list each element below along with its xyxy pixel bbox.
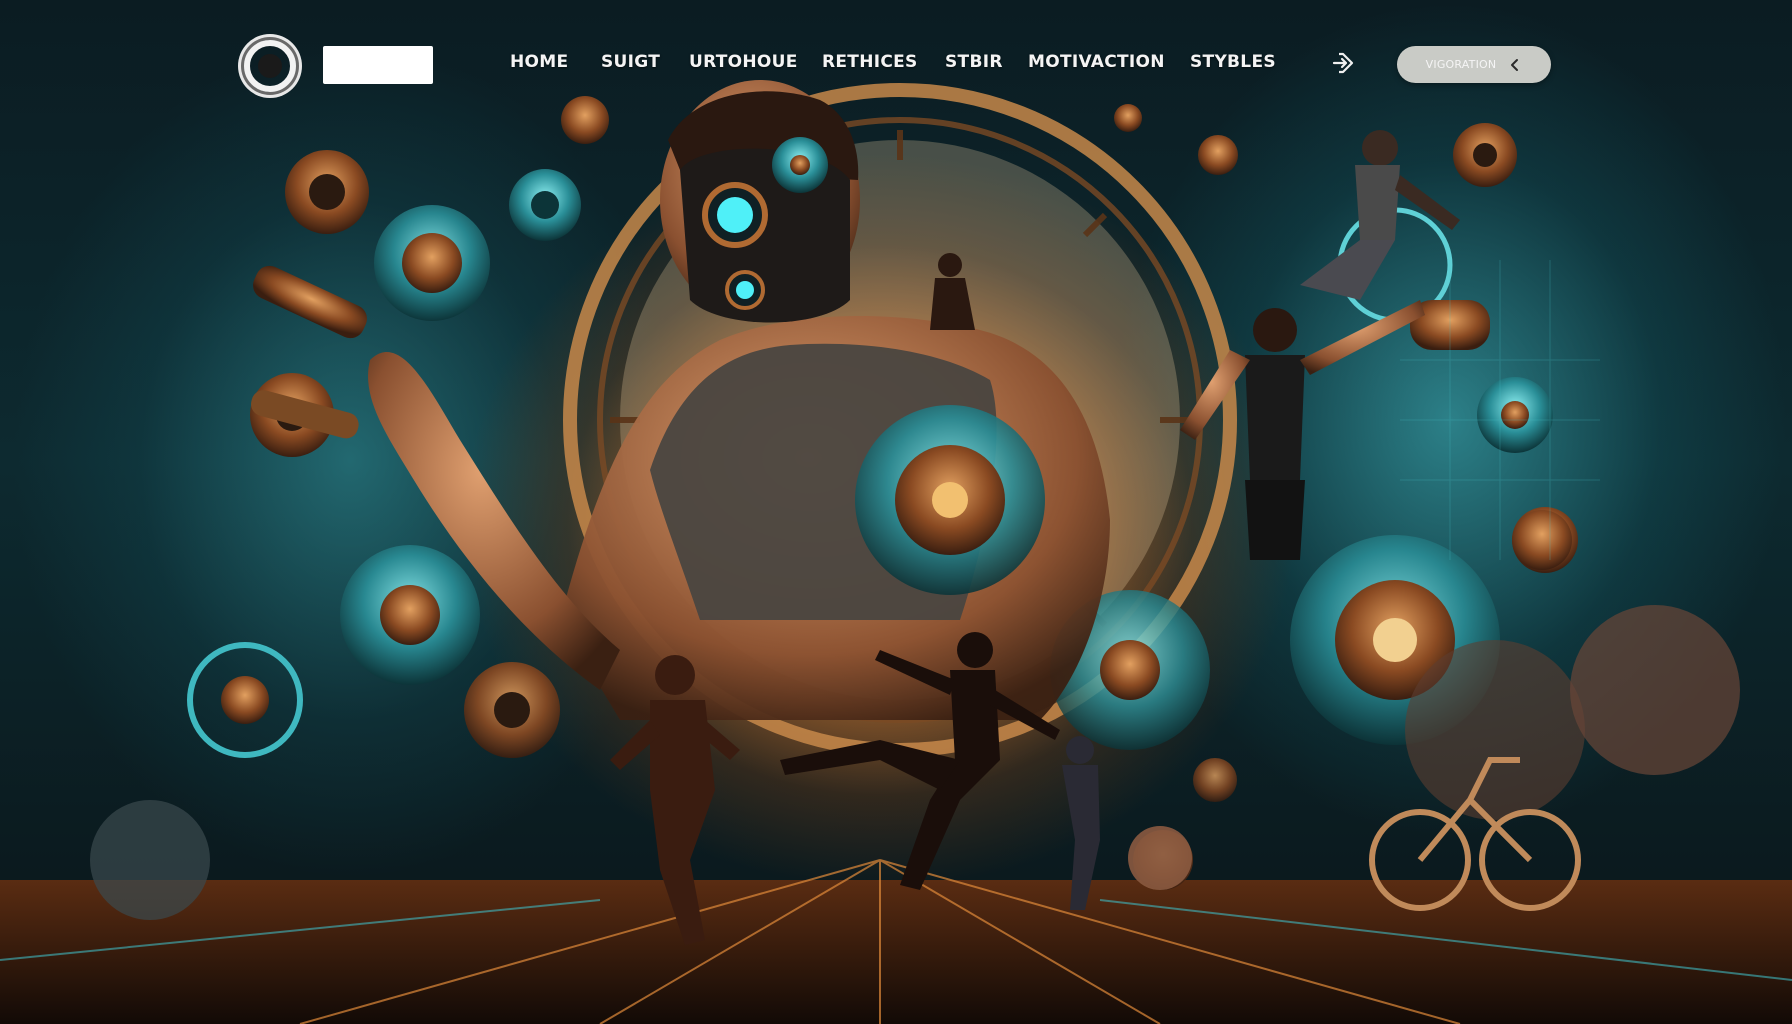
arrow-right-icon[interactable] — [1330, 50, 1356, 76]
track-floor — [0, 859, 1792, 1024]
cta-label: VIGORATION — [1425, 58, 1497, 71]
nav-item-3[interactable]: URTOHOUE — [689, 52, 798, 72]
landing-page: HOME SUIGT URTOHOUE RETHICES STBIR MOTIV… — [0, 0, 1792, 1024]
nav-item-2[interactable]: SUIGT — [601, 52, 660, 72]
nav-item-home[interactable]: HOME — [510, 52, 568, 72]
top-nav: HOME SUIGT URTOHOUE RETHICES STBIR MOTIV… — [0, 0, 1792, 130]
cta-button[interactable]: VIGORATION — [1397, 46, 1551, 83]
hero-illustration — [0, 80, 1792, 1024]
nav-item-4[interactable]: RETHICES — [822, 52, 918, 72]
nav-item-5[interactable]: STBIR — [945, 52, 1003, 72]
logo-icon[interactable] — [244, 40, 296, 92]
brand-name-box[interactable] — [323, 46, 433, 84]
nav-item-7[interactable]: STYBLES — [1190, 52, 1276, 72]
chevron-left-icon — [1508, 58, 1522, 72]
nav-item-motivaction[interactable]: MOTIVACTION — [1028, 52, 1165, 72]
